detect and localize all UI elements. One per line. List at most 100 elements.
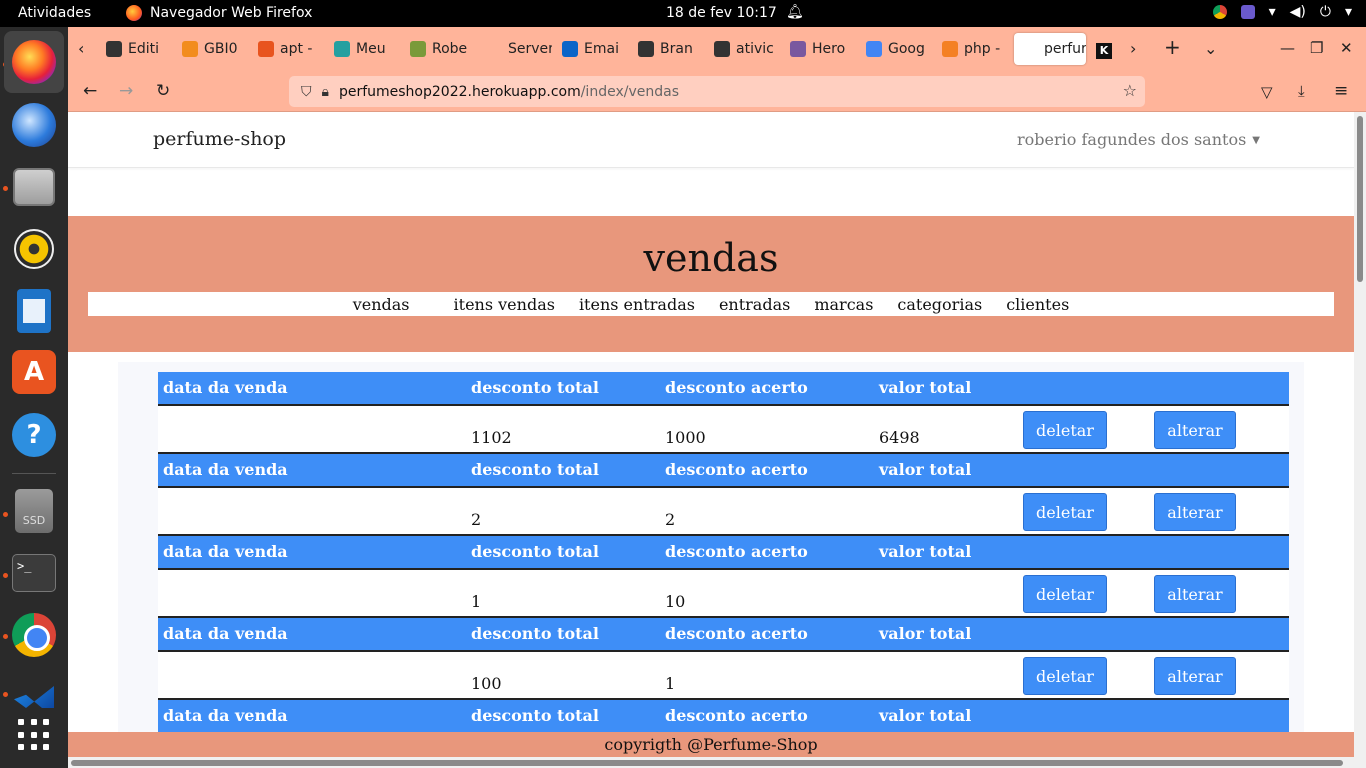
- hamburger-menu-icon[interactable]: ≡: [1334, 81, 1348, 101]
- menu-item-itens-entradas[interactable]: itens entradas: [567, 295, 707, 314]
- delete-button[interactable]: deletar: [1023, 493, 1107, 531]
- chrome-tray-icon[interactable]: [1212, 5, 1227, 19]
- column-header: desconto total: [471, 706, 599, 725]
- menu-item-clientes[interactable]: clientes: [994, 295, 1081, 314]
- extension-tray-icon[interactable]: [1240, 5, 1255, 19]
- column-header: desconto acerto: [665, 460, 808, 479]
- reload-icon[interactable]: ↻: [156, 81, 170, 101]
- caret-down-icon: ▼: [1252, 135, 1260, 146]
- dock-chrome[interactable]: [11, 612, 57, 658]
- close-window-icon[interactable]: ✕: [1340, 39, 1353, 57]
- tab-7[interactable]: Bran: [638, 33, 704, 65]
- tab-label: Meu: [356, 41, 386, 57]
- menu-item-categorias[interactable]: categorias: [885, 295, 994, 314]
- tab-label: Robe: [432, 41, 468, 57]
- tab-3[interactable]: Meu: [334, 33, 400, 65]
- tab-label: php -: [964, 41, 1001, 57]
- footer: copyrigth @Perfume-Shop: [68, 732, 1354, 757]
- menu-item-entradas[interactable]: entradas: [707, 295, 802, 314]
- dock-help[interactable]: ?: [11, 412, 57, 458]
- lock-icon[interactable]: 🔒︎: [322, 84, 329, 100]
- edit-button[interactable]: alterar: [1154, 657, 1236, 695]
- pocket-icon[interactable]: ▽: [1261, 83, 1273, 101]
- tab-6[interactable]: Emai: [562, 33, 628, 65]
- tab-1[interactable]: GBI0: [182, 33, 248, 65]
- server-icon: [486, 41, 502, 57]
- k-tab-icon[interactable]: K: [1096, 39, 1112, 59]
- heroku-icon: [790, 41, 806, 57]
- maximize-icon[interactable]: ❐: [1310, 39, 1323, 57]
- tab-2[interactable]: apt -: [258, 33, 324, 65]
- dock-ssd[interactable]: SSD: [11, 488, 57, 534]
- delete-button[interactable]: deletar: [1023, 575, 1107, 613]
- tab-bar: ‹ Editi GBI0 apt - Meu Robe Server E Emai Bran a…: [68, 27, 1366, 71]
- edit-button[interactable]: alterar: [1154, 411, 1236, 449]
- table-row: 1102 1000 6498 deletar alterar: [158, 406, 1289, 454]
- user-dropdown[interactable]: roberio fagundes dos santos ▼: [1017, 130, 1260, 149]
- tab-label: Server E: [508, 41, 552, 57]
- tabs-scroll-right-icon[interactable]: ›: [1130, 39, 1136, 58]
- delete-button[interactable]: deletar: [1023, 411, 1107, 449]
- ssd-drive-icon: SSD: [15, 489, 53, 533]
- bookmark-star-icon[interactable]: ☆: [1123, 81, 1137, 100]
- dock-terminal[interactable]: >_: [11, 550, 57, 596]
- tab-5[interactable]: Server E: [486, 33, 552, 65]
- back-icon[interactable]: ←: [83, 81, 97, 101]
- software-store-icon: A: [12, 350, 56, 394]
- activities-button[interactable]: Atividades: [18, 5, 91, 21]
- column-header: data da venda: [163, 378, 288, 397]
- tab-8[interactable]: ativic: [714, 33, 780, 65]
- menu-item-vendas[interactable]: vendas: [341, 295, 422, 314]
- shield-icon[interactable]: ⛉: [301, 84, 312, 100]
- column-header: desconto acerto: [665, 378, 808, 397]
- cell-discount-total: 100: [471, 674, 502, 693]
- table-header-row: data da venda desconto total desconto acer…: [158, 618, 1289, 652]
- tabs-scroll-left-icon[interactable]: ‹: [78, 39, 84, 58]
- new-tab-icon[interactable]: +: [1164, 35, 1181, 59]
- stackoverflow-icon: [942, 41, 958, 57]
- url-bar[interactable]: ⛉ 🔒︎ perfumeshop2022.herokuapp.com/index…: [289, 76, 1145, 107]
- show-apps-button[interactable]: [11, 712, 57, 758]
- dock-files[interactable]: [11, 164, 57, 210]
- site-brand[interactable]: perfume-shop: [153, 128, 286, 150]
- clock[interactable]: 18 de fev 10:17: [666, 5, 777, 21]
- column-header: desconto acerto: [665, 624, 808, 643]
- dock-rhythmbox[interactable]: [11, 226, 57, 272]
- edit-button[interactable]: alterar: [1154, 575, 1236, 613]
- vertical-scrollbar[interactable]: [1354, 112, 1366, 757]
- tab-4[interactable]: Robe: [410, 33, 476, 65]
- minimize-icon[interactable]: —: [1280, 39, 1295, 57]
- menu-item-marcas[interactable]: marcas: [802, 295, 885, 314]
- tab-11[interactable]: php -: [942, 33, 1008, 65]
- dock-thunderbird[interactable]: [11, 102, 57, 148]
- dock-software[interactable]: A: [11, 349, 57, 395]
- page-header: vendas vendas itens vendas itens entradas e…: [68, 216, 1354, 352]
- tab-9[interactable]: Hero: [790, 33, 856, 65]
- scrollbar-thumb[interactable]: [71, 760, 1343, 766]
- firefox-icon: [12, 40, 56, 84]
- forward-icon[interactable]: →: [119, 81, 133, 101]
- meu-icon: [334, 41, 350, 57]
- power-icon: ⏻: [1319, 4, 1331, 20]
- dock-firefox[interactable]: [4, 31, 64, 93]
- notification-bell-icon[interactable]: 🔔︎: [786, 4, 804, 20]
- tab-10[interactable]: Goog: [866, 33, 932, 65]
- column-header: valor total: [879, 460, 972, 479]
- column-header: desconto acerto: [665, 542, 808, 561]
- delete-button[interactable]: deletar: [1023, 657, 1107, 695]
- horizontal-scrollbar[interactable]: [68, 757, 1366, 768]
- tab-12[interactable]: perfur×: [1014, 33, 1086, 65]
- system-tray[interactable]: ▾ ◀) ⏻ ▾: [1212, 4, 1352, 20]
- site-navbar: perfume-shop roberio fagundes dos santos…: [68, 112, 1354, 168]
- downloads-icon[interactable]: ⤓: [1298, 82, 1305, 100]
- column-header: data da venda: [163, 542, 288, 561]
- scrollbar-thumb[interactable]: [1357, 116, 1363, 282]
- dock-writer[interactable]: [11, 288, 57, 334]
- edit-button[interactable]: alterar: [1154, 493, 1236, 531]
- table-header-row: data da venda desconto total desconto acer…: [158, 372, 1289, 406]
- menu-item-itens-vendas[interactable]: itens vendas: [442, 295, 567, 314]
- list-all-tabs-icon[interactable]: ⌄: [1204, 39, 1217, 58]
- app-menu[interactable]: Navegador Web Firefox: [126, 5, 312, 21]
- tab-0[interactable]: Editi: [106, 33, 172, 65]
- table-row: 1 10 deletar alterar: [158, 570, 1289, 618]
